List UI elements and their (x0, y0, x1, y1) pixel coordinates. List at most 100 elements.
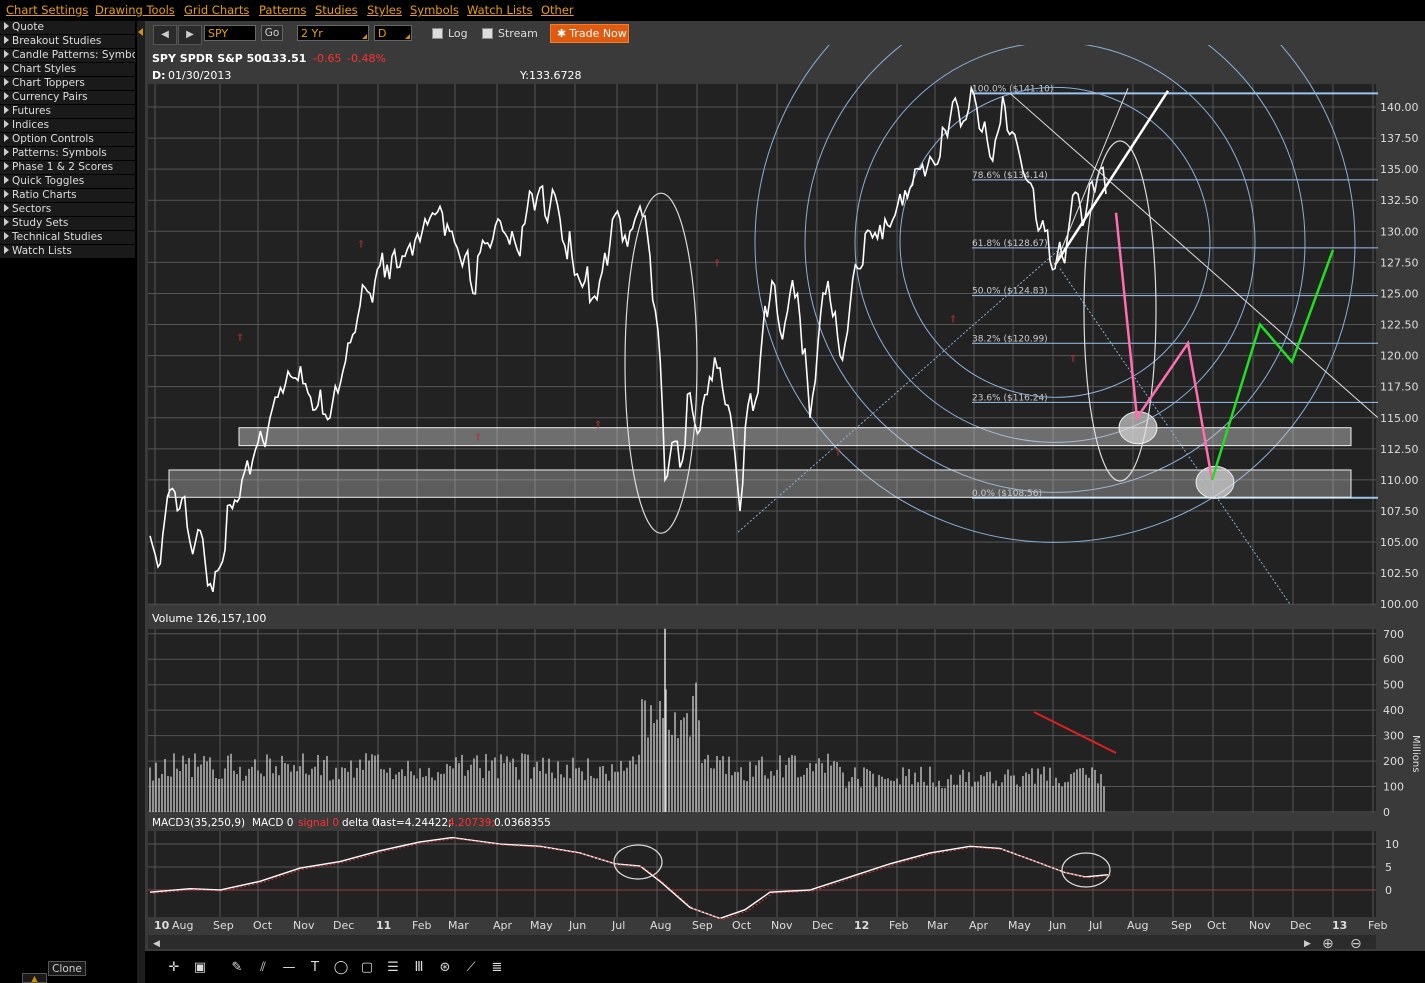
channel-tool-icon[interactable]: ⫽ (252, 957, 274, 979)
hline-tool-icon[interactable]: — (278, 957, 300, 979)
menu-watch-lists[interactable]: Watch Lists (467, 3, 533, 17)
x-tick-label: Apr (493, 919, 513, 932)
chart-toolbar: ◀ ▶ SPY Go 2 Yr D Log Stream ✱ Trade Now (145, 23, 1425, 45)
x-tick-label: Dec (1290, 919, 1311, 932)
sidebar-item-indices[interactable]: Indices (0, 119, 135, 133)
sidebar-item-option-controls[interactable]: Option Controls (0, 133, 135, 147)
sidebar-item-phase-scores[interactable]: Phase 1 & 2 Scores (0, 161, 135, 175)
zoom-out-icon[interactable]: ⊖ (1350, 936, 1362, 951)
x-tick-label: Aug (172, 919, 193, 932)
text-tool-icon[interactable]: T (304, 957, 326, 979)
expand-icon (4, 204, 9, 212)
macd-signal: signal 0 (298, 817, 340, 829)
horizontal-scrollbar[interactable] (148, 935, 1376, 949)
sidebar-item-label: Ratio Charts (12, 189, 77, 201)
sidebar-item-study-sets[interactable]: Study Sets (0, 217, 135, 231)
menu-grid-charts[interactable]: Grid Charts (184, 3, 249, 17)
volume-tick-label: 400 (1383, 704, 1404, 717)
sidebar-item-label: Breakout Studies (12, 35, 102, 47)
menu-studies[interactable]: Studies (315, 3, 358, 17)
menu-other[interactable]: Other (541, 3, 574, 17)
chart-canvas[interactable]: 100.0% ($141.10)78.6% ($134.14)61.8% ($1… (145, 45, 1425, 951)
volume-tick-label: 100 (1383, 781, 1404, 794)
expand-icon (4, 232, 9, 240)
trade-icon: ✱ (557, 27, 567, 40)
volume-tick-label: 600 (1383, 653, 1404, 666)
sidebar-item-label: Chart Styles (12, 63, 77, 75)
price-tick-label: 115.00 (1380, 412, 1419, 425)
go-button[interactable]: Go (261, 25, 283, 41)
sidebar-item-quote[interactable]: Quote (0, 21, 135, 35)
sidebar-item-chart-styles[interactable]: Chart Styles (0, 63, 135, 77)
expand-icon (4, 246, 9, 254)
period-select[interactable]: 2 Yr (297, 25, 369, 41)
expand-icon (4, 162, 9, 170)
macd-tick-label: 10 (1385, 838, 1399, 851)
x-tick-label: May (530, 919, 553, 932)
menu-patterns[interactable]: Patterns (259, 3, 306, 17)
sidebar-item-technical-studies[interactable]: Technical Studies (0, 231, 135, 245)
crosshair-tool-icon[interactable]: ✛ (163, 957, 185, 979)
clone-button[interactable]: Clone (48, 961, 86, 976)
sidebar-item-chart-toppers[interactable]: Chart Toppers (0, 77, 135, 91)
fib-tool-icon[interactable]: ☰ (382, 957, 404, 979)
price-tick-label: 122.50 (1380, 319, 1419, 332)
ellipse-tool-icon[interactable]: ◯ (330, 957, 352, 979)
dropdown-corner-icon (405, 34, 410, 39)
x-tick-label: Feb (1368, 919, 1387, 932)
menu-styles[interactable]: Styles (367, 3, 402, 17)
menu-chart-settings[interactable]: Chart Settings (6, 3, 88, 17)
log-checkbox[interactable] (432, 28, 443, 39)
collapse-arrow-icon (138, 28, 143, 36)
scroll-right-icon[interactable]: ▶ (1304, 939, 1311, 949)
sidebar-item-currency-pairs[interactable]: Currency Pairs (0, 91, 135, 105)
sidebar-item-label: Chart Toppers (12, 77, 85, 89)
speed-tool-icon[interactable]: ⟋ (460, 957, 482, 979)
x-tick-label: Mar (927, 919, 948, 932)
pattern-marker-icon: ⇑ (949, 314, 957, 325)
sidebar-item-label: Phase 1 & 2 Scores (12, 161, 114, 173)
symbol-input[interactable]: SPY (204, 25, 256, 41)
period-value: 2 Yr (301, 27, 323, 40)
sidebar-item-label: Sectors (12, 203, 52, 215)
expand-icon (4, 190, 9, 198)
nav-forward-button[interactable]: ▶ (178, 25, 202, 45)
sidebar-item-candle-patterns[interactable]: Candle Patterns: Symbols (0, 49, 135, 63)
sidebar-item-watch-lists[interactable]: Watch Lists (0, 245, 135, 259)
pattern-marker-icon: ⇑ (236, 333, 244, 344)
sidebar-item-breakout-studies[interactable]: Breakout Studies (0, 35, 135, 49)
expand-up-icon[interactable]: ▲ (22, 973, 47, 983)
fan-tool-icon[interactable]: ⊛ (434, 957, 456, 979)
expand-icon (4, 106, 9, 114)
menu-drawing-tools[interactable]: Drawing Tools (95, 3, 175, 17)
expand-icon (4, 78, 9, 86)
expand-icon (4, 148, 9, 156)
sidebar-item-patterns-symbols[interactable]: Patterns: Symbols (0, 147, 135, 161)
sidebar-item-sectors[interactable]: Sectors (0, 203, 135, 217)
stream-checkbox[interactable] (482, 28, 493, 39)
zoom-in-icon[interactable]: ⊕ (1322, 936, 1334, 951)
expand-icon (4, 22, 9, 30)
sidebar-item-futures[interactable]: Futures (0, 105, 135, 119)
x-tick-label: Sep (213, 919, 234, 932)
trade-now-button[interactable]: ✱ Trade Now (550, 24, 629, 43)
cycle-tool-icon[interactable]: Ⅲ (408, 957, 430, 979)
interval-select[interactable]: D (374, 25, 412, 41)
x-tick-label: Apr (969, 919, 989, 932)
sidebar-item-label: Option Controls (12, 133, 94, 145)
select-tool-icon[interactable]: ▣ (189, 957, 211, 979)
menu-symbols[interactable]: Symbols (410, 3, 459, 17)
sidebar-collapse-handle[interactable] (137, 21, 145, 983)
nav-back-button[interactable]: ◀ (153, 25, 177, 45)
sidebar-item-ratio-charts[interactable]: Ratio Charts (0, 189, 135, 203)
lines-tool-icon[interactable]: ≣ (486, 957, 508, 979)
sidebar-item-quick-toggles[interactable]: Quick Toggles (0, 175, 135, 189)
sidebar: Quote Breakout Studies Candle Patterns: … (0, 21, 137, 983)
price-tick-label: 132.50 (1380, 194, 1419, 207)
rectangle-tool-icon[interactable]: ▢ (356, 957, 378, 979)
x-tick-label: Nov (293, 919, 315, 932)
pencil-tool-icon[interactable]: ✎ (226, 957, 248, 979)
fib-level-label: 23.6% ($116.24) (972, 393, 1048, 403)
scroll-left-icon[interactable]: ◀ (153, 939, 160, 949)
expand-icon (4, 64, 9, 72)
